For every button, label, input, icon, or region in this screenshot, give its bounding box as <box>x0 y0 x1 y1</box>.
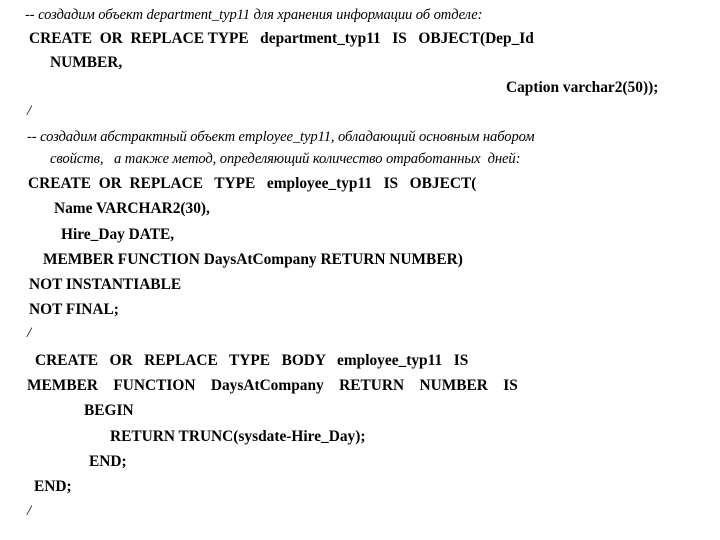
code-end-outer: END; <box>34 478 72 495</box>
comment-department-line: -- создадим объект department_typ11 для … <box>25 7 483 23</box>
code-slash-terminator-1: / <box>27 103 32 119</box>
code-employee-name-column: Name VARCHAR2(30), <box>54 200 210 217</box>
code-create-department-type: CREATE OR REPLACE TYPE department_typ11 … <box>29 30 534 47</box>
code-return-trunc-statement: RETURN TRUNC(sysdate-Hire_Day); <box>110 428 366 445</box>
code-body-member-function: MEMBER FUNCTION DaysAtCompany RETURN NUM… <box>27 377 518 394</box>
code-create-employee-type: CREATE OR REPLACE TYPE employee_typ11 IS… <box>28 175 477 192</box>
code-create-type-body: CREATE OR REPLACE TYPE BODY employee_typ… <box>35 352 469 369</box>
comment-employee-line-1: -- создадим абстрактный объект employee_… <box>27 129 535 145</box>
code-begin-keyword: BEGIN <box>84 402 134 419</box>
slide-canvas: -- создадим объект department_typ11 для … <box>0 0 720 540</box>
code-not-instantiable: NOT INSTANTIABLE <box>29 276 182 293</box>
code-employee-hire-day-column: Hire_Day DATE, <box>61 226 175 243</box>
code-end-inner: END; <box>89 453 127 470</box>
code-slash-terminator-2: / <box>27 325 32 341</box>
code-department-caption-column: Caption varchar2(50)); <box>506 79 659 96</box>
code-department-number-column: NUMBER, <box>50 54 123 71</box>
code-not-final: NOT FINAL; <box>29 301 119 318</box>
code-employee-member-function: MEMBER FUNCTION DaysAtCompany RETURN NUM… <box>43 251 463 268</box>
code-slash-terminator-3: / <box>27 503 32 519</box>
comment-employee-line-2: свойств, а также метод, определяющий кол… <box>50 151 521 167</box>
